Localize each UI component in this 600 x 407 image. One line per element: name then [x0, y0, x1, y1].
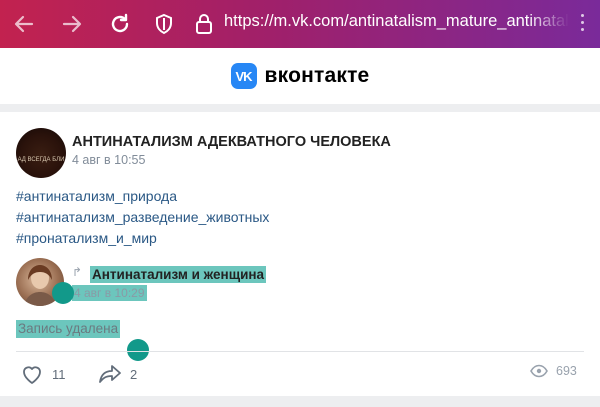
repost-icon: ↱ — [72, 265, 83, 279]
hashtag-link[interactable]: #антинатализм_разведение_животных — [16, 209, 269, 225]
heart-icon — [23, 366, 41, 384]
group-avatar[interactable]: АД ВСЕГДА БЛИ — [16, 128, 66, 178]
menu-dots-icon[interactable] — [580, 14, 586, 34]
repost-author[interactable]: Антинатализм и женщина — [90, 266, 267, 283]
hashtag-link[interactable]: #антинатализм_природа — [16, 188, 177, 204]
vk-logo-text: VK — [235, 68, 253, 84]
share-count: 2 — [130, 366, 138, 382]
reload-icon[interactable] — [102, 0, 138, 48]
shield-icon[interactable] — [146, 0, 182, 48]
address-bar[interactable]: https://m.vk.com/antinatalism_mature_ant… — [224, 12, 569, 31]
eye-icon — [530, 364, 548, 378]
share-button[interactable]: 2 — [98, 362, 137, 386]
repost-time[interactable]: 4 авг в 10:29 — [72, 285, 147, 301]
header-separator — [0, 104, 600, 112]
deleted-post-text: Запись удалена — [16, 320, 121, 338]
selection-end-handle[interactable] — [127, 339, 149, 361]
like-button[interactable]: 11 — [20, 362, 66, 386]
share-icon — [99, 365, 121, 383]
lock-icon — [186, 0, 222, 48]
like-count: 11 — [52, 366, 66, 382]
selection-start-handle[interactable] — [52, 282, 74, 304]
site-header: VK вконтакте — [0, 48, 600, 104]
vk-logo-icon[interactable]: VK — [230, 63, 257, 89]
back-arrow-icon[interactable] — [6, 0, 42, 48]
group-name[interactable]: АНТИНАТАЛИЗМ АДЕКВАТНОГО ЧЕЛОВЕКА — [72, 134, 391, 150]
brand-name[interactable]: вконтакте — [265, 64, 370, 88]
views-counter: 693 — [530, 364, 577, 378]
post-time[interactable]: 4 авг в 10:55 — [72, 153, 145, 167]
forward-arrow-icon[interactable] — [54, 0, 90, 48]
divider — [16, 351, 584, 352]
browser-toolbar: https://m.vk.com/antinatalism_mature_ant… — [0, 0, 600, 48]
views-count: 693 — [556, 364, 577, 378]
avatar-caption: АД ВСЕГДА БЛИ — [17, 157, 65, 163]
hashtag-link[interactable]: #пронатализм_и_мир — [16, 230, 157, 246]
